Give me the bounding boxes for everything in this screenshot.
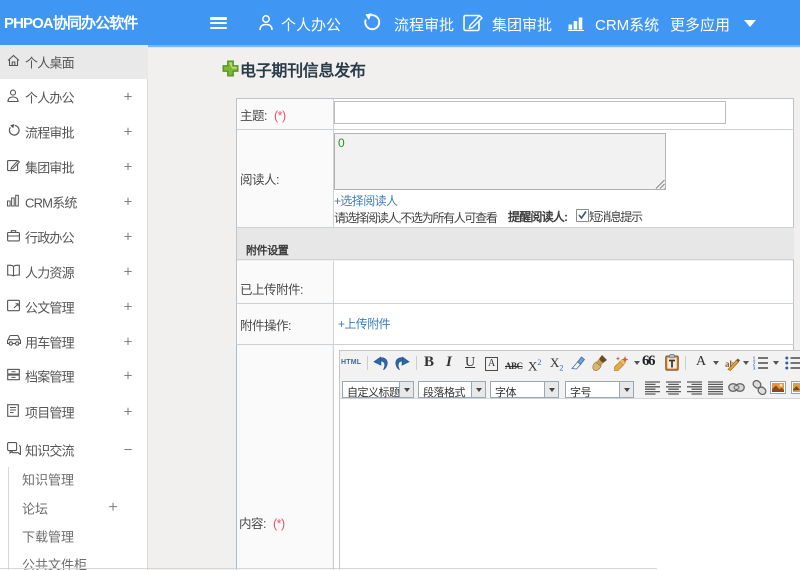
svg-text:3: 3 — [753, 367, 756, 370]
